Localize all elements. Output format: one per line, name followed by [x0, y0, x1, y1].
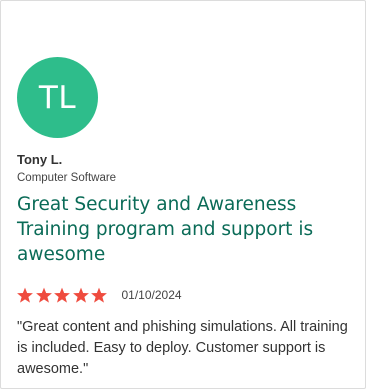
- avatar-initials: TL: [38, 79, 77, 116]
- star-icon: [91, 287, 107, 303]
- star-icon: [54, 287, 70, 303]
- star-icon: [35, 287, 52, 303]
- rating-row: 01/10/2024: [16, 286, 182, 304]
- reviewer-name: Tony L.: [17, 152, 63, 167]
- review-body: "Great content and phishing simulations.…: [17, 319, 348, 377]
- review-date: 01/10/2024: [121, 288, 182, 302]
- review-title: Great Security and Awareness Training pr…: [17, 194, 314, 265]
- reviewer-industry: Computer Software: [17, 172, 117, 184]
- star-icon: [17, 287, 33, 303]
- avatar: TL: [17, 57, 98, 138]
- review-card: TL Tony L. Computer Software Great Secur…: [0, 0, 366, 389]
- star-icon: [72, 287, 89, 303]
- star-rating: [16, 287, 109, 304]
